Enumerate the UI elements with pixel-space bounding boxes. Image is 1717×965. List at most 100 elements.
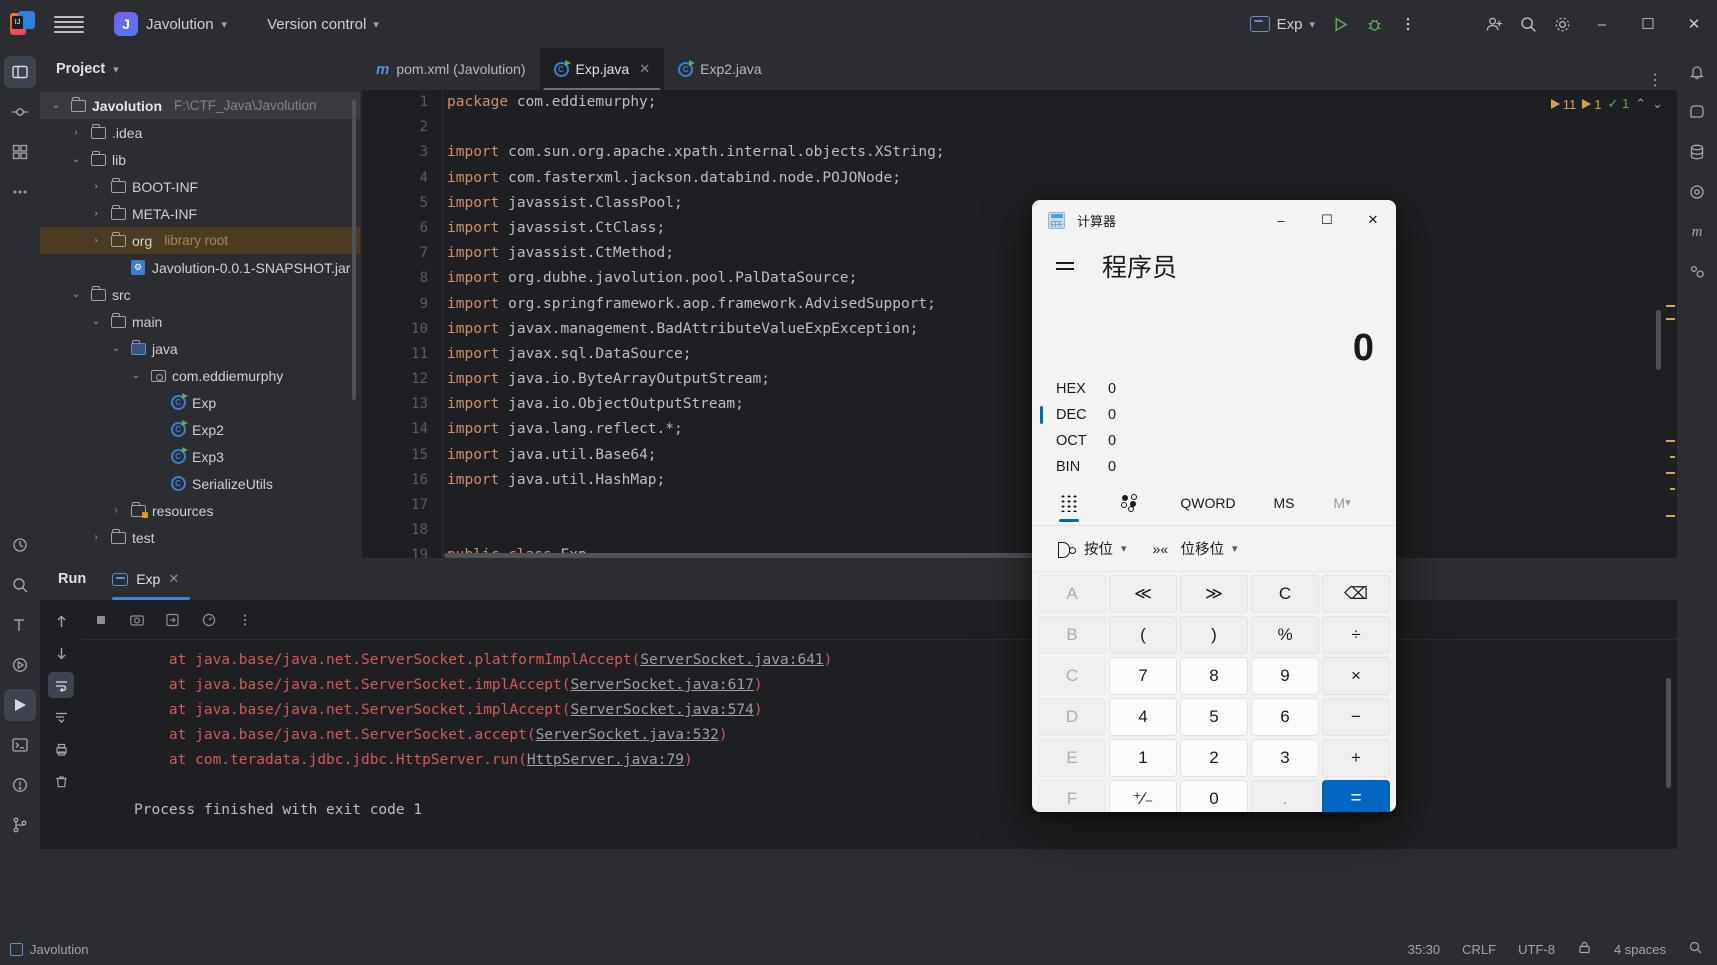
memory-recall-button[interactable]: M ▾ (1314, 480, 1370, 526)
tree-expander-icon[interactable]: › (88, 208, 104, 219)
chevron-down-icon[interactable]: ▾ (113, 63, 119, 76)
calculator-keypad[interactable]: A ≪ ≫ C ⌫ B()% ÷ C 7 8 9 × D 4 5 6− E 1 2 3 + F ⁺⁄₋ 0. = (1032, 572, 1396, 812)
run-button[interactable] (1323, 7, 1357, 41)
stop-icon[interactable] (88, 607, 114, 633)
calc-key[interactable]: 0 (1180, 780, 1248, 812)
calc-key[interactable]: = (1322, 780, 1390, 812)
warning-badge[interactable]: 11 (1550, 97, 1576, 112)
project-scrollbar[interactable] (352, 100, 356, 400)
window-close-button[interactable]: ✕ (1671, 0, 1717, 48)
notifications-icon[interactable] (1681, 56, 1713, 88)
run-configuration-selector[interactable]: Exp ▾ (1242, 12, 1323, 37)
weak-warning-badge[interactable]: 1 (1582, 97, 1601, 112)
calc-key[interactable]: ( (1109, 616, 1177, 654)
commit-tool-icon[interactable] (4, 96, 36, 128)
build-tool-icon[interactable] (4, 609, 36, 641)
line-separator[interactable]: CRLF (1462, 942, 1496, 957)
editor-tab[interactable]: m pom.xml (Javolution) (362, 48, 540, 90)
search-button[interactable] (1511, 7, 1545, 41)
calc-key[interactable]: ⁺⁄₋ (1109, 780, 1177, 812)
ai-assistant-icon[interactable] (1681, 96, 1713, 128)
calculator-window[interactable]: 计算器 – ☐ ✕ 程序员 0 HEX0DEC0OCT0BIN0 (1032, 200, 1396, 812)
project-tree[interactable]: ⌄ Javolution F:\CTF_Java\Javolution › .idea ⌄… (40, 90, 360, 551)
bit-toggle[interactable] (1100, 480, 1162, 526)
run-panel-icon[interactable] (4, 689, 36, 721)
settings-button[interactable] (1545, 7, 1579, 41)
radix-row-bin[interactable]: BIN 0 (1032, 454, 1396, 480)
calculator-minimize-button[interactable]: – (1258, 200, 1304, 240)
radix-row-oct[interactable]: OCT 0 (1032, 428, 1396, 454)
clear-icon[interactable] (48, 768, 74, 794)
tree-node[interactable]: › test (40, 524, 360, 551)
run-tab-exp[interactable]: Exp ✕ (112, 558, 191, 600)
main-menu-icon[interactable] (54, 9, 84, 39)
bitwise-dropdown[interactable]: 按位 ▾ (1048, 533, 1135, 564)
next-problem-icon[interactable]: ⌄ (1652, 96, 1663, 112)
close-icon[interactable]: ✕ (639, 61, 650, 77)
tree-node[interactable]: ⌄ main (40, 308, 360, 335)
indent-setting[interactable]: 4 spaces (1614, 942, 1666, 957)
calculator-close-button[interactable]: ✕ (1350, 200, 1396, 240)
tree-node[interactable]: ⌄ Javolution F:\CTF_Java\Javolution (40, 92, 360, 119)
gradle-icon[interactable] (1681, 256, 1713, 288)
export-icon[interactable] (160, 607, 186, 633)
calc-key[interactable]: ÷ (1322, 616, 1390, 654)
tree-node[interactable]: › BOOT-INF (40, 173, 360, 200)
tree-expander-icon[interactable]: ⌄ (48, 100, 64, 111)
add-user-button[interactable] (1477, 7, 1511, 41)
camera-icon[interactable] (124, 607, 150, 633)
caret-position[interactable]: 35:30 (1408, 942, 1441, 957)
editor-tab-options-icon[interactable]: ⋮ (1633, 70, 1677, 90)
editor-tab[interactable]: C Exp2.java (664, 48, 775, 90)
tree-node[interactable]: C SerializeUtils (40, 470, 360, 497)
more-vertical-icon[interactable] (232, 607, 258, 633)
editor-tab[interactable]: C Exp.java ✕ (539, 48, 665, 90)
stacktrace-link[interactable]: ServerSocket.java:641 (640, 652, 823, 668)
calc-key[interactable]: 9 (1251, 657, 1319, 695)
window-maximize-button[interactable]: ☐ (1625, 0, 1671, 48)
tree-expander-icon[interactable]: › (88, 181, 104, 192)
version-control-tool-icon[interactable] (4, 809, 36, 841)
editor-vertical-scrollbar[interactable] (1656, 310, 1661, 370)
print-icon[interactable] (48, 736, 74, 762)
editor-marker-strip[interactable] (1663, 90, 1677, 558)
tree-expander-icon[interactable]: ⌄ (68, 289, 84, 300)
calc-key[interactable]: 6 (1251, 698, 1319, 736)
calculator-radix-list[interactable]: HEX 0 DEC 0 OCT 0 BIN 0 (1032, 370, 1396, 480)
tree-expander-icon[interactable]: › (108, 505, 124, 516)
find-tool-icon[interactable] (4, 569, 36, 601)
tree-node[interactable]: › META-INF (40, 200, 360, 227)
calc-key[interactable]: 7 (1109, 657, 1177, 695)
calc-key[interactable]: ) (1180, 616, 1248, 654)
bookmarks-tool-icon[interactable] (4, 529, 36, 561)
stacktrace-link[interactable]: ServerSocket.java:617 (571, 677, 754, 693)
calculator-maximize-button[interactable]: ☐ (1304, 200, 1350, 240)
scroll-end-icon[interactable] (48, 704, 74, 730)
calc-key[interactable]: 2 (1180, 739, 1248, 777)
inspection-widget[interactable]: 11 1 ✓ 1 ⌃ ⌄ (1550, 96, 1663, 112)
tree-expander-icon[interactable]: › (68, 127, 84, 138)
calc-key[interactable]: ⌫ (1322, 575, 1390, 613)
tree-expander-icon[interactable]: ⌄ (68, 154, 84, 165)
calculator-menu-icon[interactable] (1050, 256, 1080, 275)
console-scrollbar[interactable] (1666, 678, 1671, 788)
more-options-button[interactable] (1391, 7, 1425, 41)
tree-node[interactable]: C Exp (40, 389, 360, 416)
calc-key[interactable]: ≫ (1180, 575, 1248, 613)
stacktrace-link[interactable]: ServerSocket.java:532 (536, 727, 719, 743)
tree-node[interactable]: ⌄ lib (40, 146, 360, 173)
word-size-button[interactable]: QWORD (1162, 480, 1254, 526)
tree-node[interactable]: ⌄ java (40, 335, 360, 362)
scroll-down-icon[interactable] (48, 640, 74, 666)
tree-expander-icon[interactable]: ⌄ (108, 343, 124, 354)
calc-key[interactable]: ≪ (1109, 575, 1177, 613)
inspection-icon[interactable] (1688, 940, 1703, 958)
stacktrace-link[interactable]: HttpServer.java:79 (527, 752, 684, 768)
debug-button[interactable] (1357, 7, 1391, 41)
keypad-toggle[interactable] (1038, 480, 1100, 526)
project-switcher[interactable]: J Javolution ▾ (106, 8, 235, 40)
calc-key[interactable]: 8 (1180, 657, 1248, 695)
more-tools-icon[interactable] (4, 176, 36, 208)
problems-tool-icon[interactable] (4, 769, 36, 801)
tree-node[interactable]: ⌄ com.eddiemurphy (40, 362, 360, 389)
